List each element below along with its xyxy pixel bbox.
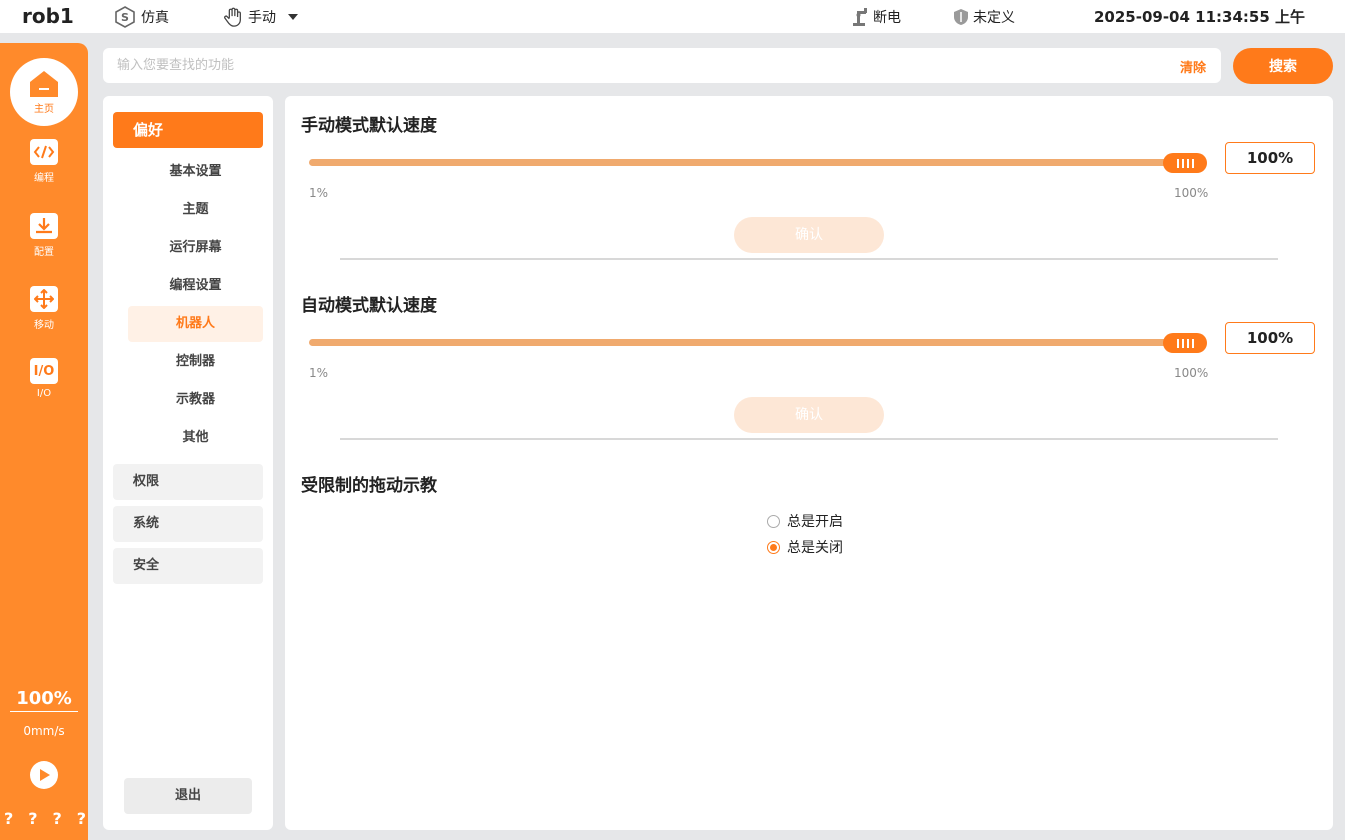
nav-io[interactable]: I/O I/O (0, 358, 88, 399)
nav-program[interactable]: 编程 (0, 139, 88, 184)
safety-status[interactable]: 未定义 (953, 6, 1015, 28)
auto-speed-thumb[interactable] (1163, 333, 1207, 353)
help-icons: ? ? ? ? (4, 809, 86, 828)
auto-speed-value[interactable]: 100% (1225, 322, 1315, 354)
manual-speed-max: 100% (1174, 186, 1209, 200)
manual-speed-min: 1% (309, 186, 329, 200)
download-icon (30, 213, 58, 239)
search-bar: 清除 (103, 48, 1221, 83)
robot-arm-icon (853, 8, 867, 26)
menu-item-other[interactable]: 其他 (128, 420, 263, 456)
help-icon[interactable]: ? (77, 809, 86, 828)
radio-always-on[interactable]: 总是开启 (767, 511, 843, 531)
radio-circle[interactable] (767, 514, 780, 528)
robot-name: rob1 (22, 4, 74, 28)
help-icon[interactable]: ? (52, 809, 61, 828)
sim-icon: S (115, 6, 135, 28)
manual-label: 手动 (248, 10, 276, 26)
svg-text:S: S (121, 11, 129, 24)
menu-item-run-screen[interactable]: 运行屏幕 (128, 230, 263, 266)
safety-label: 未定义 (973, 10, 1015, 26)
auto-speed-min: 1% (309, 366, 329, 380)
auto-speed-confirm-button[interactable]: 确认 (734, 397, 884, 433)
hand-icon (224, 7, 241, 27)
manual-speed-track[interactable] (309, 159, 1199, 166)
radio-always-off[interactable]: 总是关闭 (767, 537, 843, 557)
menu-item-teach-pendant[interactable]: 示教器 (128, 382, 263, 418)
move-icon (30, 286, 58, 312)
nav-config-label: 配置 (34, 247, 54, 258)
auto-speed-title: 自动模式默认速度 (301, 296, 437, 316)
play-icon (40, 769, 50, 781)
radio-always-off-label: 总是关闭 (787, 540, 843, 556)
radio-circle-selected[interactable] (767, 540, 780, 554)
manual-speed-value[interactable]: 100% (1225, 142, 1315, 174)
divider (340, 258, 1278, 260)
left-rail: 主页 编程 配置 移动 I/O I/O 100% 0mm/s ? ? ? ? (0, 43, 88, 840)
radio-always-on-label: 总是开启 (787, 514, 843, 530)
home-icon (30, 70, 58, 97)
clear-button[interactable]: 清除 (1180, 57, 1206, 76)
speed-readout[interactable]: 100% (10, 688, 78, 712)
search-input[interactable] (117, 48, 1157, 83)
settings-menu: 偏好 基本设置 主题 运行屏幕 编程设置 机器人 控制器 示教器 其他 权限 系… (103, 96, 273, 830)
help-icon[interactable]: ? (28, 809, 37, 828)
manual-speed-title: 手动模式默认速度 (301, 116, 437, 136)
category-permissions[interactable]: 权限 (113, 464, 263, 500)
menu-item-theme[interactable]: 主题 (128, 192, 263, 228)
shield-icon (954, 9, 968, 25)
sim-mode[interactable]: S 仿真 (113, 6, 169, 28)
category-system[interactable]: 系统 (113, 506, 263, 542)
menu-item-basic[interactable]: 基本设置 (128, 154, 263, 190)
home-label: 主页 (34, 103, 54, 115)
caret-down-icon (288, 14, 298, 20)
search-button[interactable]: 搜索 (1233, 48, 1333, 84)
manual-mode-dropdown[interactable]: 手动 (222, 6, 300, 28)
help-icon[interactable]: ? (4, 809, 13, 828)
sim-label: 仿真 (141, 10, 169, 26)
velocity-readout: 0mm/s (23, 724, 65, 738)
home-button[interactable]: 主页 (10, 58, 78, 126)
drag-teach-title: 受限制的拖动示教 (301, 476, 437, 496)
auto-speed-track[interactable] (309, 339, 1199, 346)
settings-content: 手动模式默认速度 100% 1% 100% 确认 自动模式默认速度 100% 1… (285, 96, 1333, 830)
auto-speed-max: 100% (1174, 366, 1209, 380)
menu-item-controller[interactable]: 控制器 (128, 344, 263, 380)
divider (340, 438, 1278, 440)
manual-speed-thumb[interactable] (1163, 153, 1207, 173)
io-icon: I/O (30, 358, 58, 384)
nav-io-label: I/O (36, 388, 52, 399)
power-label: 断电 (873, 10, 901, 26)
nav-move[interactable]: 移动 (0, 286, 88, 331)
power-status[interactable]: 断电 (851, 6, 901, 28)
nav-config[interactable]: 配置 (0, 213, 88, 258)
top-bar: rob1 S 仿真 手动 断电 未定义 2025-09-04 11:34:55 … (0, 0, 1345, 33)
play-button[interactable] (30, 761, 58, 789)
category-safety[interactable]: 安全 (113, 548, 263, 584)
manual-speed-confirm-button[interactable]: 确认 (734, 217, 884, 253)
menu-item-robot[interactable]: 机器人 (128, 306, 263, 342)
code-icon (30, 139, 58, 165)
nav-move-label: 移动 (34, 320, 54, 331)
menu-item-programming[interactable]: 编程设置 (128, 268, 263, 304)
nav-program-label: 编程 (34, 173, 54, 184)
logout-button[interactable]: 退出 (124, 778, 252, 814)
datetime: 2025-09-04 11:34:55 上午 (1093, 8, 1305, 26)
category-preferences[interactable]: 偏好 (113, 112, 263, 148)
